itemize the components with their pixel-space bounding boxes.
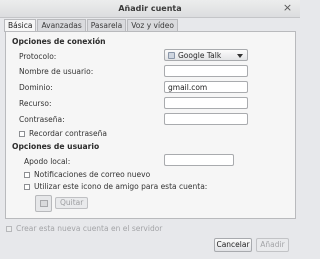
use-buddy-icon-label: Utilizar este icono de amigo para esta c…: [34, 182, 208, 191]
checkbox-icon: [24, 171, 30, 178]
buddy-icon-placeholder: [40, 200, 48, 207]
add-button[interactable]: Añadir: [256, 238, 289, 252]
protocol-label: Protocolo:: [19, 52, 57, 61]
new-mail-notification-label: Notificaciones de correo nuevo: [34, 170, 151, 179]
tab-voz-y-video[interactable]: Voz y vídeo: [127, 19, 179, 31]
create-server-account-checkbox[interactable]: Crear esta nueva cuenta en el servidor: [6, 224, 162, 233]
new-mail-notification-checkbox[interactable]: Notificaciones de correo nuevo: [24, 170, 150, 179]
resource-field[interactable]: [164, 97, 248, 109]
domain-label: Dominio:: [19, 83, 53, 92]
buddy-icon-button[interactable]: [35, 195, 52, 212]
remove-icon-button[interactable]: Quitar: [55, 197, 89, 209]
close-icon[interactable]: ×: [281, 2, 294, 15]
user-section-title: Opciones de usuario: [12, 142, 100, 151]
password-label: Contraseña:: [19, 115, 65, 124]
domain-value: gmail.com: [168, 83, 208, 92]
username-field[interactable]: [164, 65, 248, 77]
cancel-button[interactable]: Cancelar: [214, 238, 252, 252]
create-server-account-label: Crear esta nueva cuenta en el servidor: [16, 224, 163, 233]
password-field[interactable]: [164, 113, 248, 125]
checkbox-icon: [24, 183, 30, 190]
remember-password-label: Recordar contraseña: [29, 129, 107, 138]
basic-panel: Opciones de conexión Protocolo: Google T…: [5, 31, 296, 219]
domain-field[interactable]: gmail.com: [164, 81, 248, 93]
google-talk-icon: [168, 52, 175, 59]
tab-avanzadas[interactable]: Avanzadas: [37, 19, 86, 31]
local-alias-field[interactable]: [164, 154, 234, 166]
tab-bar: Básica Avanzadas Pasarela Voz y vídeo: [4, 19, 179, 32]
connection-section-title: Opciones de conexión: [12, 37, 106, 46]
resource-label: Recurso:: [19, 99, 52, 108]
protocol-select-value: Google Talk: [178, 51, 222, 60]
tab-pasarela[interactable]: Pasarela: [86, 19, 127, 31]
local-alias-label: Apodo local:: [24, 157, 71, 166]
remember-password-checkbox[interactable]: Recordar contraseña: [19, 129, 107, 138]
window-titlebar: Añadir cuenta ×: [0, 0, 300, 18]
username-label: Nombre de usuario:: [19, 67, 94, 76]
protocol-select[interactable]: Google Talk: [164, 49, 248, 61]
chevron-down-icon: [237, 54, 243, 58]
window-title: Añadir cuenta: [118, 4, 182, 13]
use-buddy-icon-checkbox[interactable]: Utilizar este icono de amigo para esta c…: [24, 182, 207, 191]
checkbox-icon: [19, 130, 25, 137]
checkbox-icon: [6, 225, 12, 232]
